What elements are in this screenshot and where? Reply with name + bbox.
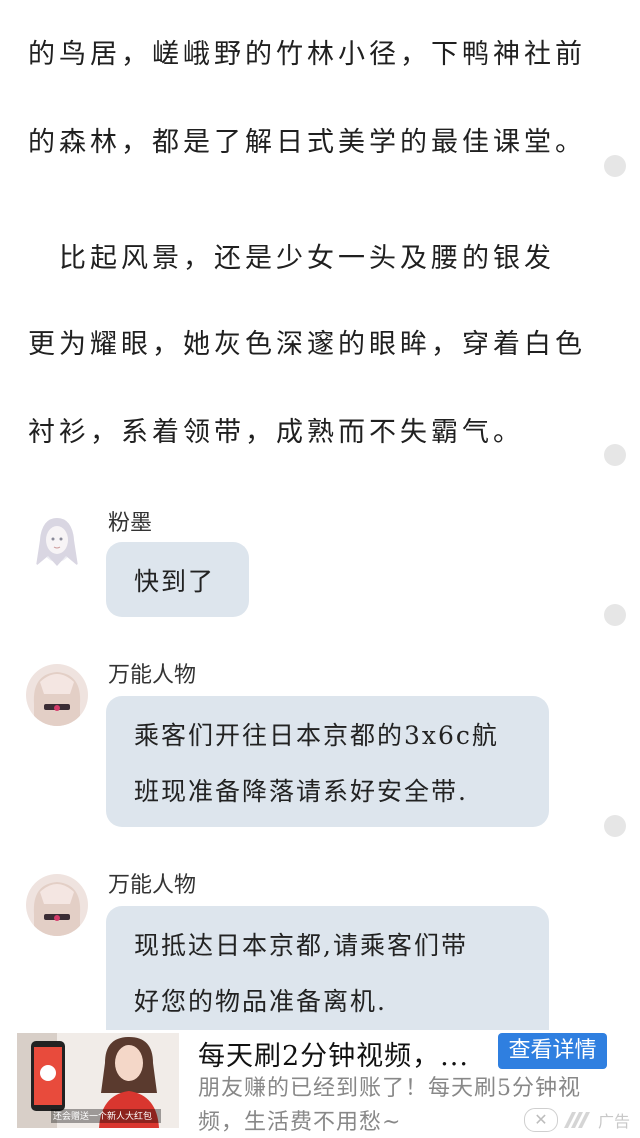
message-text: 现抵达日本京都,请乘客们带 [134,931,468,960]
avatar-anime-character-image [26,664,88,726]
ad-label-text: 广告 [598,1112,631,1131]
message-bubble[interactable]: 快到了 [106,542,249,617]
message-text: 乘客们开往日本京都的3x6c航 [134,721,499,750]
paragraph-comment-dot[interactable] [604,815,626,837]
sender-name: 粉墨 [108,511,153,536]
message-bubble[interactable]: 乘客们开往日本京都的3x6c航 班现准备降落请系好安全带. [106,696,549,827]
ad-title[interactable]: 每天刷2分钟视频，... [198,1034,469,1073]
sender-name: 万能人物 [108,663,197,688]
ad-description: 朋友赚的已经到账了！每天刷5分钟视 [198,1076,581,1101]
view-details-button[interactable]: 查看详情 [498,1033,607,1069]
message-text: 班现准备降落请系好安全带. [134,777,468,806]
avatar[interactable] [26,664,88,726]
ad-platform-logo-icon [564,1112,590,1128]
close-icon[interactable]: ✕ [524,1108,558,1132]
ad-thumbnail[interactable]: 还会赠送一个新人大红包 [17,1033,179,1128]
avatar[interactable] [26,510,88,572]
ad-description: 频，生活费不用愁~ [198,1110,402,1135]
paragraph-comment-dot[interactable] [604,444,626,466]
avatar-girl-sketch-image [26,510,88,572]
reader-page: 的鸟居，嵯峨野的竹林小径，下鸭神社前 的森林，都是了解日式美学的最佳课堂。 比起… [0,0,640,1138]
message-bubble[interactable]: 现抵达日本京都,请乘客们带 好您的物品准备离机. [106,906,549,1046]
article-line: 比起风景，还是少女一头及腰的银发 [28,243,555,274]
article-line: 更为耀眼，她灰色深邃的眼眸，穿着白色 [28,329,586,360]
paragraph-comment-dot[interactable] [604,604,626,626]
article-line: 的森林，都是了解日式美学的最佳课堂。 [28,127,586,158]
avatar[interactable] [26,874,88,936]
paragraph-comment-dot[interactable] [604,155,626,177]
avatar-anime-character-image [26,874,88,936]
ad-banner[interactable]: 还会赠送一个新人大红包 每天刷2分钟视频，... 查看详情 朋友赚的已经到账了！… [0,1030,640,1138]
ad-thumb-caption: 还会赠送一个新人大红包 [53,1112,153,1122]
message-text: 好您的物品准备离机. [134,987,387,1016]
message-text: 快到了 [134,567,216,596]
article-line: 衬衫，系着领带，成熟而不失霸气。 [28,417,524,448]
ad-label: 广告 [560,1104,640,1134]
article-line: 的鸟居，嵯峨野的竹林小径，下鸭神社前 [28,39,586,70]
sender-name: 万能人物 [108,873,197,898]
